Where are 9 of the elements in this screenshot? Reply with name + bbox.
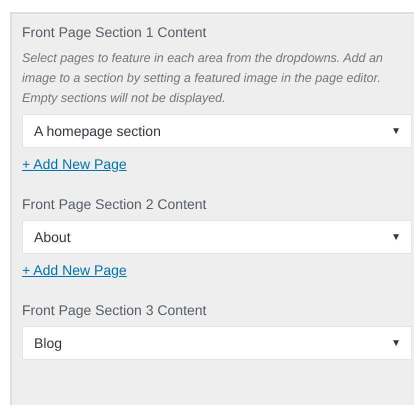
page-dropdown[interactable]: About ▼ bbox=[22, 220, 412, 254]
page-dropdown[interactable]: Blog ▼ bbox=[22, 326, 412, 360]
add-new-page-link[interactable]: + Add New Page bbox=[22, 262, 127, 278]
page-dropdown[interactable]: A homepage section ▼ bbox=[22, 114, 412, 148]
add-new-page-link[interactable]: + Add New Page bbox=[22, 156, 127, 172]
section-title: Front Page Section 1 Content bbox=[22, 24, 208, 40]
section-description: Select pages to feature in each area from the dropdowns. Add an image to a section by setting a featured image in the page editor. Empty sections will not be displayed. bbox=[22, 50, 384, 107]
section-title: Front Page Section 2 Content bbox=[22, 196, 208, 212]
section-title: Front Page Section 3 Content bbox=[22, 302, 208, 318]
